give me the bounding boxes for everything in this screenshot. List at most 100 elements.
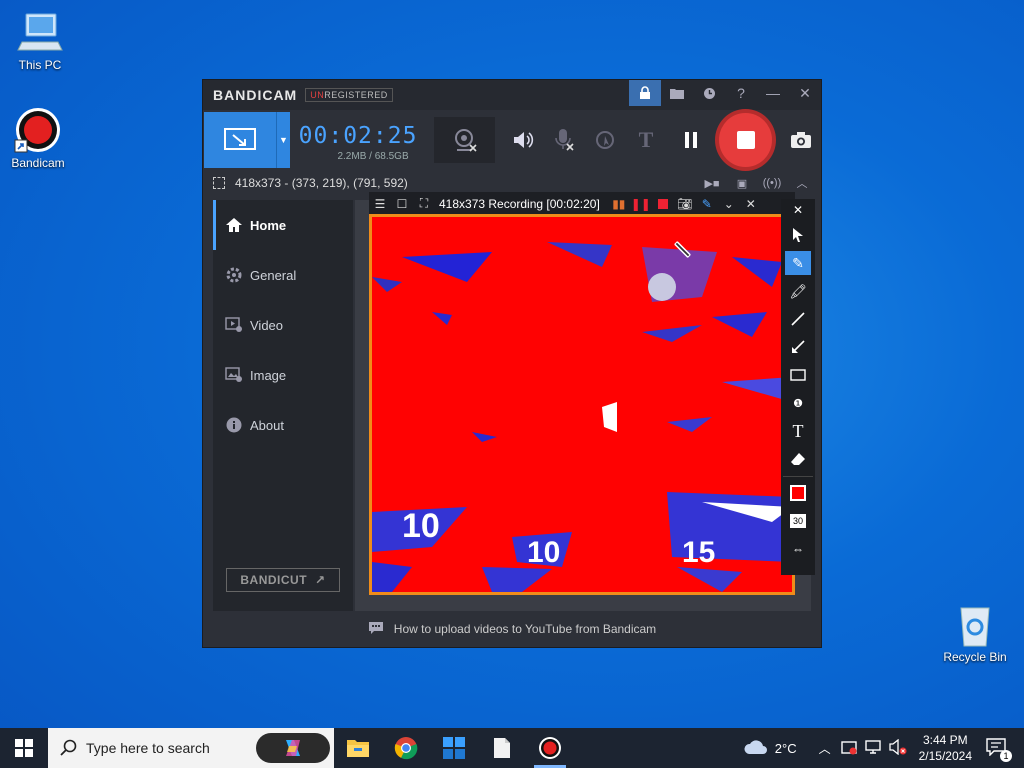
chat-bubble-icon	[368, 621, 384, 638]
microphone-icon[interactable]	[544, 119, 585, 161]
desktop-icon-label: Recycle Bin	[943, 650, 1007, 664]
weather-icon[interactable]	[743, 739, 769, 758]
area-coordinates: 418x373 - (373, 219), (791, 592)	[235, 176, 408, 190]
weather-temperature[interactable]: 2°C	[775, 741, 797, 756]
sidebar: Home General Video Image About BANDICUT …	[213, 200, 353, 612]
bandicam-logo: BANDICAM	[213, 87, 298, 103]
sidebar-item-home[interactable]: Home	[213, 200, 353, 250]
stop-recording-button[interactable]	[715, 109, 777, 171]
sidebar-item-about[interactable]: About	[213, 400, 353, 450]
pen-color-swatch[interactable]	[785, 481, 811, 505]
webcam-toggle[interactable]	[434, 117, 495, 163]
mode-dropdown-chevron-icon[interactable]: ▼	[276, 112, 290, 168]
sidebar-item-label: Video	[250, 317, 284, 333]
copilot-button[interactable]	[256, 733, 330, 763]
pause-icon[interactable]: ❚❚	[630, 193, 652, 215]
lock-icon[interactable]	[629, 80, 661, 106]
close-icon[interactable]: ✕	[785, 201, 811, 219]
double-chevron-down-icon[interactable]: ⌄	[718, 193, 740, 215]
clock-icon[interactable]	[693, 80, 725, 106]
notification-center-icon[interactable]: 1	[986, 737, 1012, 762]
camera-icon[interactable]	[780, 119, 821, 161]
arrow-tool-icon[interactable]	[785, 335, 811, 359]
taskbar: Type here to search 2°C ︿ 3:44 PM 2/15/2…	[0, 728, 1024, 768]
external-link-icon: ↗	[315, 573, 326, 587]
footer-tip[interactable]: How to upload videos to YouTube from Ban…	[203, 611, 821, 647]
numbering-tool-icon[interactable]: ❶	[785, 391, 811, 415]
taskbar-chrome[interactable]	[382, 728, 430, 768]
screen-mode-button[interactable]	[204, 112, 277, 168]
pen-tool-icon[interactable]: ✎	[785, 251, 811, 275]
area-checkbox-icon[interactable]	[213, 177, 225, 189]
taskbar-search-box[interactable]: Type here to search	[48, 728, 334, 768]
pointer-arrow-icon[interactable]	[785, 223, 811, 247]
stop-icon[interactable]	[652, 193, 674, 215]
folder-icon[interactable]	[661, 80, 693, 106]
recycle-bin-icon	[951, 600, 999, 648]
volume-muted-icon[interactable]	[888, 738, 907, 758]
menu-icon[interactable]: ☰	[369, 193, 391, 215]
security-icon[interactable]	[840, 739, 857, 758]
close-icon[interactable]: ✕	[789, 80, 821, 106]
copilot-icon	[286, 740, 300, 756]
level-meter-icon: ▮▮	[612, 196, 626, 211]
desktop-icon-recycle-bin[interactable]: Recycle Bin	[937, 600, 1013, 664]
captured-video-frame: 10 10 15	[372, 217, 792, 592]
image-capture-icon[interactable]: ▣	[729, 173, 755, 193]
sidebar-item-general[interactable]: General	[213, 250, 353, 300]
bandicam-app-icon	[14, 106, 62, 154]
chevron-up-icon[interactable]: ︿	[819, 740, 831, 757]
sidebar-item-label: Home	[250, 217, 287, 233]
windows-logo-icon	[15, 739, 33, 757]
sidebar-item-label: General	[250, 267, 297, 283]
line-tool-icon[interactable]	[785, 307, 811, 331]
pen-size-button[interactable]: 30	[785, 509, 811, 533]
eraser-icon[interactable]	[785, 447, 811, 471]
pause-icon[interactable]	[670, 119, 711, 161]
text-overlay-icon[interactable]: T	[626, 119, 667, 161]
timer-panel: 00:02:25 2.2MB / 68.5GB	[290, 119, 426, 162]
camera-icon[interactable]: 📷︎	[674, 193, 696, 215]
pen-size-value: 30	[789, 514, 806, 528]
file-size-info: 2.2MB / 68.5GB	[337, 150, 409, 162]
unregistered-badge[interactable]: UNREGISTERED	[305, 88, 393, 102]
resize-panel-icon[interactable]: ⇔	[785, 537, 811, 561]
clock[interactable]: 3:44 PM 2/15/2024	[919, 732, 972, 764]
video-capture-icon[interactable]: ▶■	[699, 173, 725, 193]
title-bar[interactable]: BANDICAM UNREGISTERED ? — ✕	[203, 80, 821, 110]
help-icon[interactable]: ?	[725, 80, 757, 106]
recording-toolbar[interactable]: ☰ ☐ ⛶ 418x373 Recording [00:02:20] ▮▮ ❚❚…	[369, 192, 795, 215]
desktop-icon-this-pc[interactable]: This PC	[2, 8, 78, 72]
minimize-icon[interactable]: —	[757, 80, 789, 106]
collapse-chevron-icon[interactable]: ︿	[789, 173, 815, 193]
area-select-icon[interactable]: ⛶	[413, 193, 435, 215]
taskbar-bandicam[interactable]	[526, 728, 574, 768]
start-button[interactable]	[0, 728, 48, 768]
window-mode-icon[interactable]: ☐	[391, 193, 413, 215]
desktop-icon-bandicam[interactable]: Bandicam	[0, 106, 76, 170]
rectangle-area-icon	[224, 128, 257, 150]
highlighter-icon[interactable]: 🖍︎	[785, 279, 811, 303]
bandicut-button[interactable]: BANDICUT ↗	[226, 568, 340, 592]
taskbar-notepad[interactable]	[478, 728, 526, 768]
stop-icon	[736, 131, 755, 149]
sidebar-item-image[interactable]: Image	[213, 350, 353, 400]
pencil-icon[interactable]: ✎	[696, 193, 718, 215]
notification-count-badge: 1	[1000, 749, 1012, 762]
sidebar-item-video[interactable]: Video	[213, 300, 353, 350]
rectangle-tool-icon[interactable]	[785, 363, 811, 387]
sidebar-item-label: Image	[250, 367, 287, 383]
taskbar-store[interactable]	[430, 728, 478, 768]
taskbar-file-explorer[interactable]	[334, 728, 382, 768]
desktop-icon-label: Bandicam	[11, 156, 65, 170]
speaker-icon[interactable]	[503, 119, 544, 161]
audio-only-icon[interactable]: ((•))	[759, 173, 785, 193]
info-icon	[225, 416, 243, 434]
mouse-effect-icon[interactable]	[585, 119, 626, 161]
webcam-icon	[454, 129, 477, 152]
text-tool-icon[interactable]: T	[785, 419, 811, 443]
network-icon[interactable]	[864, 739, 881, 758]
unregistered-rest: REGISTERED	[324, 90, 388, 100]
close-icon[interactable]: ✕	[740, 193, 762, 215]
windows-tiles-icon	[443, 737, 465, 759]
